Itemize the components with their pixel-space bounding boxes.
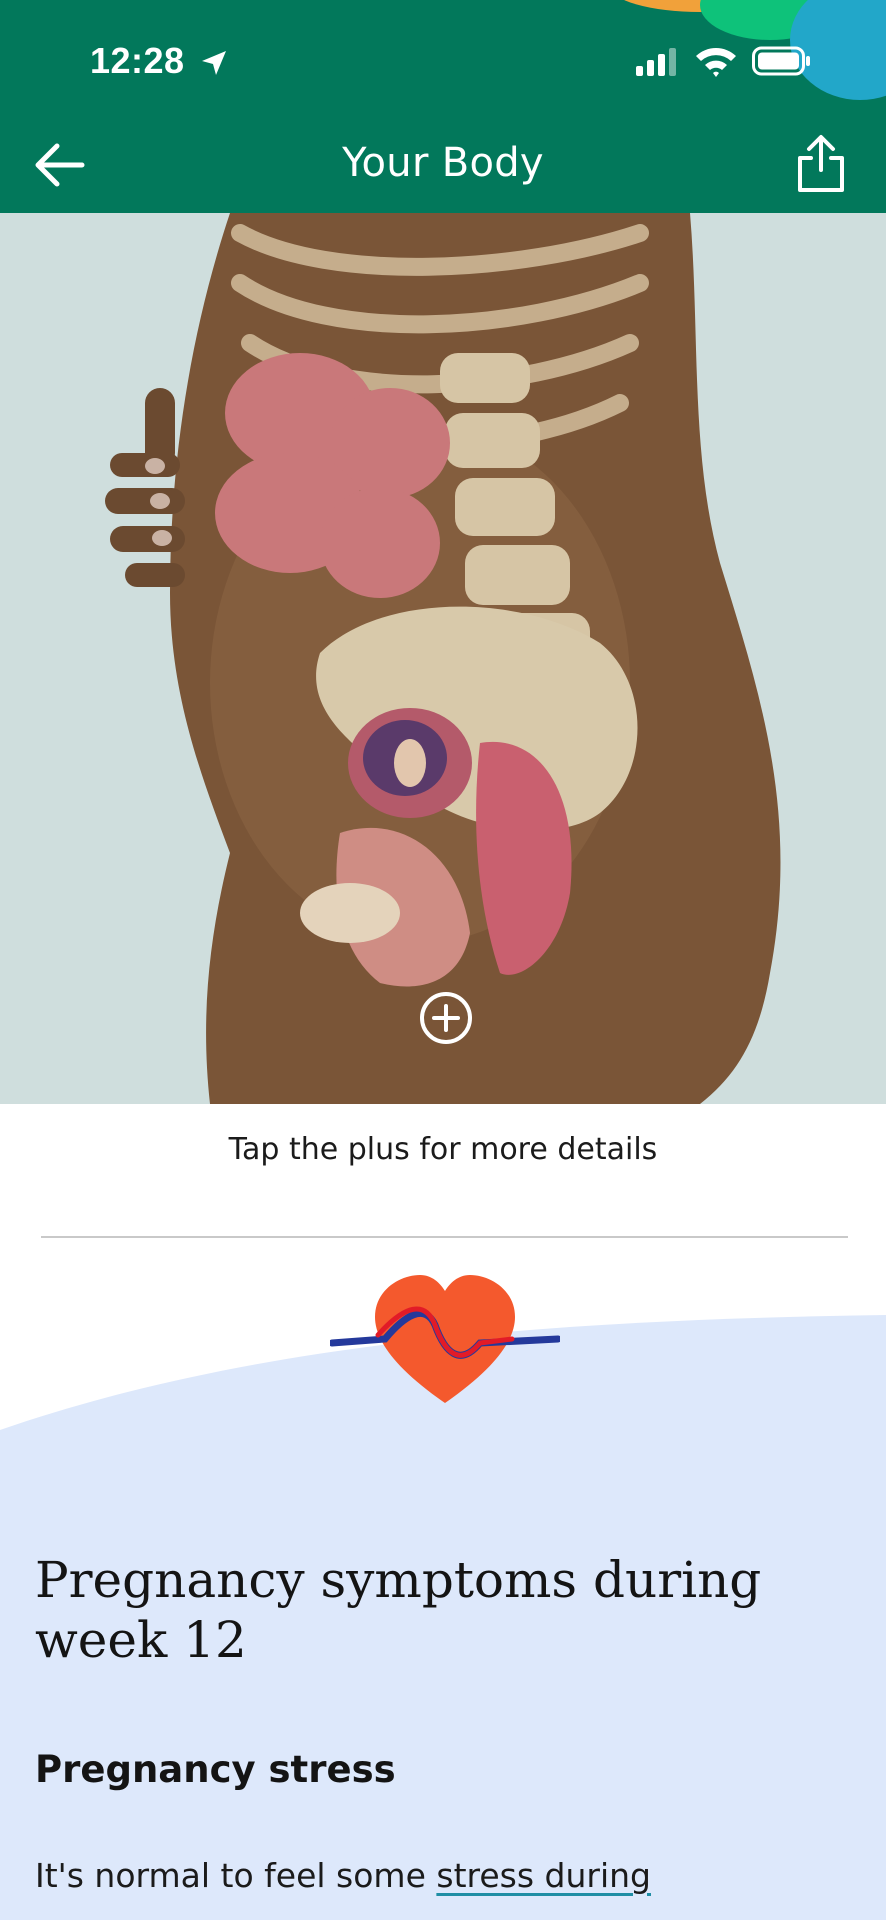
plus-circle-icon [420, 992, 472, 1044]
battery-icon [752, 46, 810, 76]
pregnant-body-image [105, 213, 781, 1104]
stress-link[interactable]: stress during [436, 1856, 651, 1895]
share-icon [798, 135, 844, 192]
share-button[interactable] [792, 132, 850, 196]
stress-subheading: Pregnancy stress [35, 1748, 396, 1791]
stress-paragraph: It's normal to feel some stress during [35, 1856, 651, 1895]
heartbeat-icon [330, 1275, 560, 1403]
paragraph-text: It's normal to feel some [35, 1856, 437, 1895]
cellular-signal-icon [636, 48, 676, 76]
symptoms-heading: Pregnancy symptoms during week 12 [35, 1551, 762, 1669]
illustration-caption: Tap the plus for more details [228, 1132, 658, 1167]
section-divider [41, 1236, 848, 1238]
page-title: Your Body [342, 140, 544, 186]
app-header: 12:28 Your Body [0, 0, 886, 213]
details-plus-button[interactable] [418, 990, 474, 1046]
wifi-icon [696, 48, 736, 77]
anatomy-illustration [0, 213, 886, 1104]
location-arrow-icon [202, 51, 226, 75]
status-time: 12:28 [90, 40, 185, 81]
